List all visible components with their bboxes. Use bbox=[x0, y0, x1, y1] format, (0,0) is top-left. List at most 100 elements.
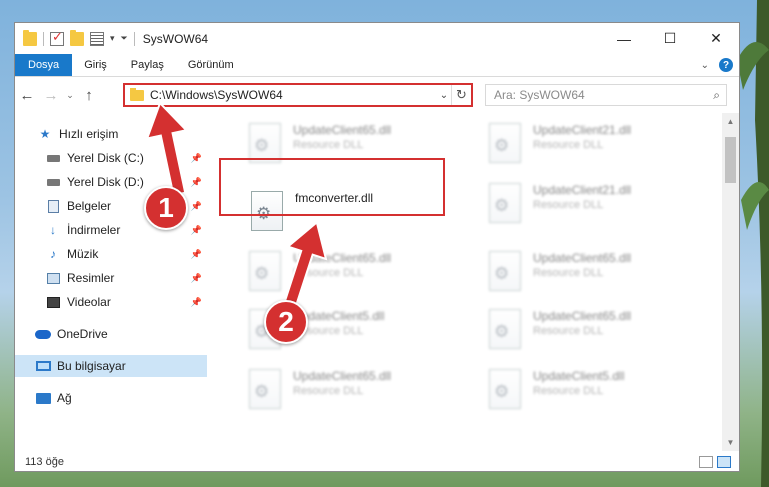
list-item[interactable]: UpdateClient5.dll Resource DLL bbox=[489, 365, 719, 415]
item-count: 113 öğe bbox=[25, 456, 64, 468]
dll-file-icon bbox=[249, 369, 281, 409]
list-item[interactable]: UpdateClient21.dll Resource DLL bbox=[489, 119, 719, 169]
file-type: Resource DLL bbox=[533, 325, 604, 337]
folder-icon bbox=[130, 87, 144, 101]
help-icon[interactable]: ? bbox=[719, 58, 733, 72]
dll-file-icon bbox=[489, 251, 521, 291]
search-placeholder: Ara: SysWOW64 bbox=[494, 88, 585, 102]
toolbar-divider bbox=[133, 31, 135, 46]
network-icon bbox=[35, 391, 51, 405]
minimize-button[interactable]: — bbox=[601, 23, 647, 54]
sidebar-item-network[interactable]: Ağ bbox=[15, 387, 207, 409]
list-item[interactable]: UpdateClient65.dll Resource DLL bbox=[489, 305, 719, 355]
sidebar-item-music[interactable]: ♪ Müzik 📌 bbox=[15, 243, 207, 265]
ribbon-tabs: Dosya Giriş Paylaş Görünüm ⌄ ? bbox=[15, 54, 739, 77]
file-name: UpdateClient65.dll bbox=[293, 369, 392, 383]
title-bar: ▾ ⏷ SysWOW64 — ☐ ✕ bbox=[15, 23, 739, 54]
step-1-badge: 1 bbox=[144, 186, 188, 230]
tiles-view-icon[interactable] bbox=[717, 456, 731, 468]
list-item[interactable]: UpdateClient65.dll Resource DLL bbox=[249, 365, 479, 415]
sidebar-item-label: Müzik bbox=[67, 247, 99, 261]
maximize-button[interactable]: ☐ bbox=[647, 23, 693, 54]
palm-tree-decoration bbox=[737, 0, 769, 487]
tab-home[interactable]: Giriş bbox=[72, 54, 119, 76]
computer-icon bbox=[35, 359, 51, 373]
toolbar-divider bbox=[43, 31, 44, 46]
properties-icon[interactable] bbox=[90, 31, 104, 46]
file-name: UpdateClient5.dll bbox=[533, 369, 625, 383]
cloud-icon bbox=[35, 327, 51, 341]
sidebar-item-this-pc[interactable]: Bu bilgisayar bbox=[15, 355, 207, 377]
pin-icon[interactable]: 📌 bbox=[191, 249, 202, 260]
customize-toolbar-icon[interactable]: ⏷ bbox=[121, 33, 128, 44]
star-icon: ★ bbox=[39, 127, 51, 141]
file-type: Resource DLL bbox=[533, 385, 604, 397]
sidebar-item-label: Resimler bbox=[67, 271, 115, 285]
scroll-down-icon[interactable]: ▼ bbox=[722, 434, 739, 451]
pin-icon[interactable]: 📌 bbox=[191, 225, 202, 236]
forward-arrow-icon[interactable]: → bbox=[39, 87, 63, 104]
list-item[interactable]: UpdateClient21.dll Resource DLL bbox=[489, 179, 719, 229]
ribbon-right: ⌄ ? bbox=[701, 54, 739, 76]
window-title: SysWOW64 bbox=[142, 31, 209, 46]
file-name: UpdateClient21.dll bbox=[533, 123, 632, 137]
back-arrow-icon[interactable]: ← bbox=[15, 87, 39, 104]
properties-check-icon[interactable] bbox=[50, 29, 64, 46]
sidebar-item-label: Ağ bbox=[57, 391, 72, 405]
sidebar-item-label: Bu bilgisayar bbox=[57, 359, 126, 373]
scroll-up-icon[interactable]: ▲ bbox=[722, 113, 739, 130]
details-view-icon[interactable] bbox=[699, 456, 713, 468]
file-type: Resource DLL bbox=[533, 267, 604, 279]
file-name: UpdateClient65.dll bbox=[533, 251, 632, 265]
dll-file-icon bbox=[489, 309, 521, 349]
list-item[interactable]: UpdateClient65.dll Resource DLL bbox=[489, 247, 719, 297]
status-bar: 113 öğe bbox=[15, 451, 739, 471]
window-controls: — ☐ ✕ bbox=[601, 23, 739, 54]
pin-icon[interactable]: 📌 bbox=[191, 273, 202, 284]
file-name: UpdateClient21.dll bbox=[533, 183, 632, 197]
up-arrow-icon[interactable]: ↑ bbox=[77, 87, 101, 104]
sidebar-item-pictures[interactable]: Resimler 📌 bbox=[15, 267, 207, 289]
search-input[interactable]: Ara: SysWOW64 ⌕ bbox=[485, 84, 727, 106]
file-type: Resource DLL bbox=[533, 199, 604, 211]
search-icon[interactable]: ⌕ bbox=[713, 88, 720, 103]
dll-file-icon bbox=[249, 123, 281, 163]
download-icon: ↓ bbox=[50, 223, 56, 237]
music-icon: ♪ bbox=[50, 247, 56, 261]
scrollbar-thumb[interactable] bbox=[725, 137, 736, 183]
address-row: ← → ⌄ ↑ C:\Windows\SysWOW64 ⌄ ↻ Ara: Sys… bbox=[15, 77, 739, 113]
tab-share[interactable]: Paylaş bbox=[119, 54, 176, 76]
chevron-down-icon[interactable]: ⌄ bbox=[63, 90, 77, 101]
sidebar-item-label: Yerel Disk (D:) bbox=[67, 175, 144, 189]
close-button[interactable]: ✕ bbox=[693, 23, 739, 54]
file-name: UpdateClient65.dll bbox=[533, 309, 632, 323]
chevron-down-icon[interactable]: ⌄ bbox=[701, 60, 709, 71]
sidebar-item-label: İndirmeler bbox=[67, 223, 121, 237]
drive-icon bbox=[45, 175, 61, 189]
file-name: UpdateClient65.dll bbox=[293, 123, 392, 137]
sidebar-item-onedrive[interactable]: OneDrive bbox=[15, 323, 207, 345]
dll-file-icon bbox=[489, 369, 521, 409]
refresh-icon[interactable]: ↻ bbox=[451, 85, 471, 105]
file-type: Resource DLL bbox=[293, 385, 364, 397]
dll-file-icon bbox=[489, 183, 521, 223]
chevron-down-icon[interactable]: ⌄ bbox=[437, 90, 451, 101]
pictures-icon bbox=[45, 271, 61, 285]
chevron-down-icon[interactable]: ▾ bbox=[110, 33, 115, 44]
sidebar-item-label: Hızlı erişim bbox=[59, 127, 119, 141]
videos-icon bbox=[45, 295, 61, 309]
drive-icon bbox=[45, 151, 61, 165]
new-folder-icon[interactable] bbox=[70, 29, 84, 46]
highlight-box bbox=[219, 158, 445, 216]
dll-file-icon bbox=[489, 123, 521, 163]
quick-access-toolbar: ▾ ⏷ bbox=[15, 29, 135, 46]
sidebar-item-videos[interactable]: Videolar 📌 bbox=[15, 291, 207, 313]
sidebar-item-label: OneDrive bbox=[57, 327, 108, 341]
pin-icon[interactable]: 📌 bbox=[191, 297, 202, 308]
file-type: Resource DLL bbox=[533, 139, 604, 151]
folder-icon bbox=[23, 29, 37, 46]
sidebar-item-label: Belgeler bbox=[67, 199, 112, 213]
vertical-scrollbar[interactable]: ▲ ▼ bbox=[722, 113, 739, 451]
tab-file[interactable]: Dosya bbox=[15, 54, 73, 76]
tab-view[interactable]: Görünüm bbox=[176, 54, 246, 76]
